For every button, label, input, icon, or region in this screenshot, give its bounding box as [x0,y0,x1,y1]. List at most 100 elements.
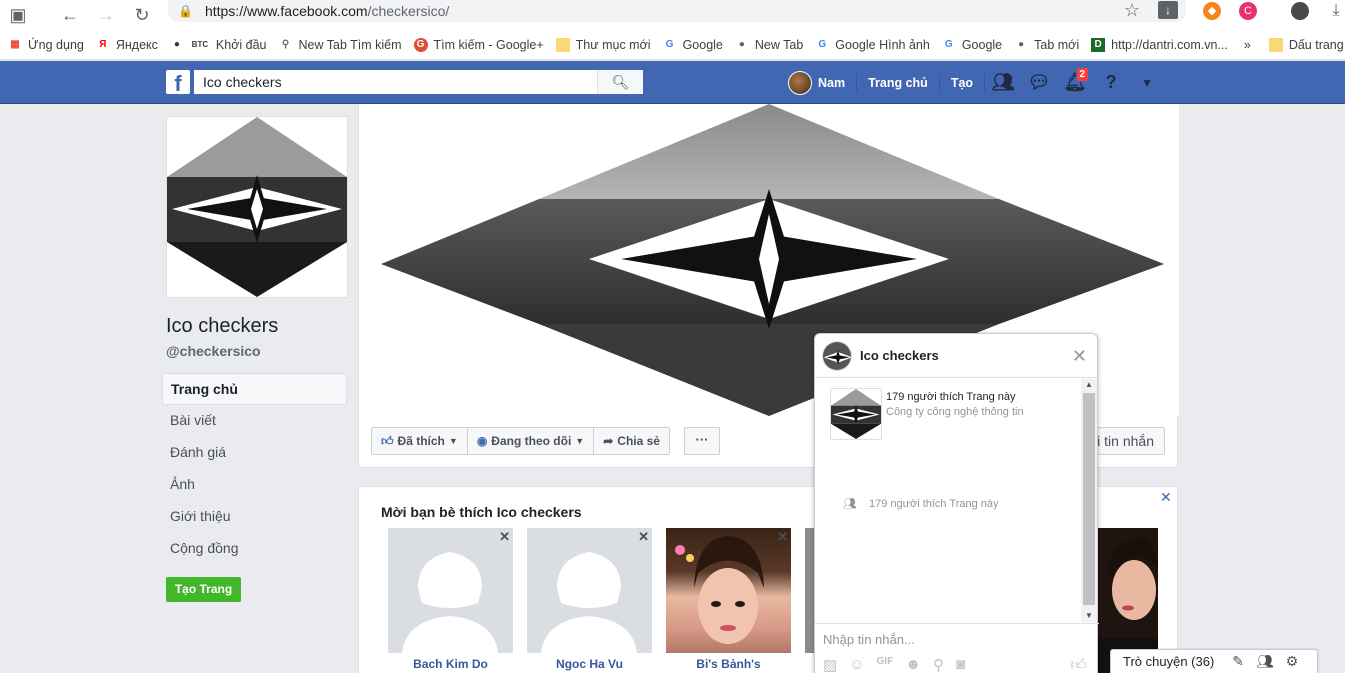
nav-item-community[interactable]: Cộng đồng [162,533,347,565]
globe-icon: ● [738,39,745,50]
messenger-icon[interactable]: 💬︎ [1021,61,1057,104]
friend-requests-icon[interactable]: 👥︎ [985,61,1021,104]
friend-suggestion[interactable]: ✕ Bi's Bảnh's [666,528,791,671]
chat-sidebar-label: Trò chuyện (36) [1123,654,1215,669]
thumbs-up-icon: 👍︎ [381,434,394,448]
profile-avatar[interactable] [1291,2,1309,20]
chat-header[interactable]: Ico checkers [815,334,1097,378]
close-icon[interactable]: ✕ [638,529,649,545]
gear-icon[interactable]: ⚙ [1286,653,1299,670]
google-plus-icon: G [413,37,428,52]
bookmark-item[interactable]: G Google [663,38,723,52]
profile-link[interactable]: Nam [788,70,858,95]
bookmark-item[interactable]: ● Tab mới [1014,38,1079,52]
search-icon: ⚲ [281,39,290,50]
download-shelf-icon[interactable]: ⤓ [1327,2,1345,20]
friend-photo-placeholder[interactable]: ✕ [388,528,513,653]
scroll-thumb[interactable] [1083,393,1095,605]
close-icon[interactable]: ✕ [499,529,510,545]
scroll-down-icon[interactable]: ▼ [1081,610,1097,622]
chat-sidebar-tab[interactable]: Trò chuyện (36) ✎ 👥︎ ⚙ [1110,649,1318,673]
sticker-icon[interactable]: ☺ [849,656,864,673]
bookmark-item[interactable]: ● BTC Khởi đầu [170,38,267,52]
share-arrow-icon: ➦ [603,434,614,448]
reload-button[interactable]: ↻ [124,0,160,30]
chat-window: Ico checkers ✕ 179 người thích Trang này… [814,333,1099,673]
gif-icon[interactable]: GIF [877,656,894,673]
rss-icon: ◉ [476,434,488,448]
account-menu-chevron-icon[interactable]: ▼ [1129,61,1165,104]
emoji-icon[interactable]: ☻ [905,656,921,673]
bookmark-item[interactable]: Thư mục mới [555,37,651,52]
folder-icon [1268,37,1283,52]
nav-item-posts[interactable]: Bài viết [162,405,347,437]
create-page-button[interactable]: Tạo Trang [166,577,241,602]
liked-button[interactable]: 👍︎ Đã thích ▼ [372,428,468,454]
friend-name[interactable]: Bach Kim Do [388,657,513,671]
search-button[interactable]: 🔍︎ [597,70,643,94]
bookmark-item[interactable]: ● New Tab [735,38,803,52]
friend-photo-placeholder[interactable]: ✕ [527,528,652,653]
following-button[interactable]: ◉ Đang theo dõi ▼ [468,428,595,454]
url-path: /checkersico/ [367,3,450,19]
nav-item-about[interactable]: Giới thiệu [162,501,347,533]
people-icon[interactable]: 👥︎ [1256,653,1274,670]
sidebar-toggle-icon[interactable]: ▣ [0,0,36,30]
other-bookmarks[interactable]: Dấu trang khá [1268,37,1345,52]
search-icon: 🔍︎ [611,73,630,90]
share-button[interactable]: ➦ Chia sẻ [594,428,669,454]
chat-scrollbar[interactable]: ▲ ▼ [1081,379,1097,622]
chat-message-input[interactable]: Nhập tin nhắn... [815,623,1099,653]
thumbs-up-icon[interactable]: 👍︎ [1070,656,1087,673]
notifications-icon[interactable]: 🔔︎ 2 [1057,61,1093,104]
download-icon[interactable]: ↓ [1158,1,1178,19]
bookmark-item[interactable]: G Google Hình ảnh [815,38,929,52]
friend-suggestion[interactable]: ✕ Ngoc Ha Vu [527,528,652,671]
chevron-down-icon: ▼ [448,436,458,446]
friend-suggestion[interactable]: ✕ Bach Kim Do [388,528,513,671]
compose-icon[interactable]: ✎ [1232,653,1244,670]
metamask-extension-icon[interactable]: ◆ [1203,2,1221,20]
invite-close-icon[interactable]: ✕ [1160,489,1172,506]
scroll-up-icon[interactable]: ▲ [1081,379,1097,391]
bookmark-item[interactable]: G Tìm kiếm - Google+ [413,37,544,52]
more-options-button[interactable]: ··· [684,427,720,455]
bookmark-item[interactable]: Я Яндекс [96,38,158,52]
chat-page-logo[interactable] [830,388,882,440]
chat-page-info: 179 người thích Trang này Công ty công n… [830,388,1024,440]
nav-item-home[interactable]: Trang chủ [162,373,347,405]
bookmark-item[interactable]: Dhttp://dantri.com.vn... [1091,37,1228,52]
search-input[interactable] [194,70,597,94]
attachment-icon[interactable]: ⚲ [933,656,944,673]
bookmark-item[interactable]: ⚲ New Tab Tìm kiếm [279,38,402,52]
bookmark-item[interactable]: ▦ Ứng dụng [8,38,84,52]
photo-icon[interactable]: ▨ [823,656,837,673]
btc-icon: BTC [191,40,209,49]
friend-photo[interactable]: ✕ [666,528,791,653]
forward-button[interactable]: → [88,0,124,30]
page-action-bar: 👍︎ Đã thích ▼ ◉ Đang theo dõi ▼ ➦ Chia sẻ [371,427,670,455]
bookmark-star-icon[interactable]: ☆ [1124,0,1140,21]
chat-title: Ico checkers [860,348,939,363]
chat-conversation: 179 người thích Trang này Công ty công n… [815,379,1083,622]
friend-name[interactable]: Ngoc Ha Vu [527,657,652,671]
friend-name[interactable]: Bi's Bảnh's [666,657,791,671]
nav-item-photos[interactable]: Ảnh [162,469,347,501]
help-icon[interactable]: ? [1093,61,1129,104]
camera-icon[interactable]: ◙ [956,656,965,673]
page-profile-picture[interactable] [166,116,348,298]
back-button[interactable]: ← [52,0,88,30]
address-bar[interactable]: 🔒 https://www.facebook.com/checkersico/ … [168,0,1186,22]
url-host: https://www.facebook.com [204,3,368,19]
extension-icon[interactable]: C [1239,2,1257,20]
facebook-logo-icon[interactable]: f [166,70,190,94]
create-link[interactable]: Tạo [940,73,986,92]
home-link[interactable]: Trang chủ [857,73,940,92]
close-icon[interactable]: ✕ [777,529,788,545]
bookmarks-overflow-button[interactable]: » [1244,38,1251,52]
bookmark-item[interactable]: G Google [942,38,1002,52]
page-handle[interactable]: @checkersico [166,343,261,359]
close-icon[interactable]: ✕ [1072,346,1087,367]
friend-portrait-image [675,536,764,644]
nav-item-reviews[interactable]: Đánh giá [162,437,347,469]
